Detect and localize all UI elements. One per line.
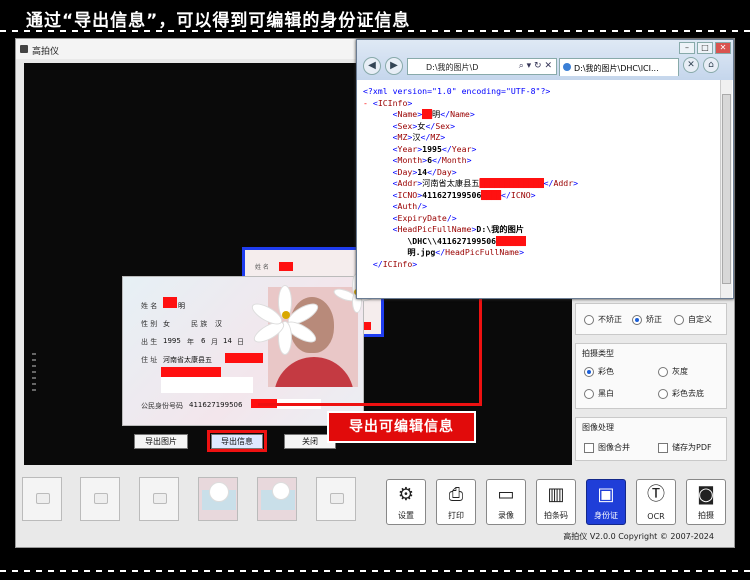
radio-bw[interactable]: 黑白: [584, 388, 614, 399]
record-button[interactable]: ▭ 录像: [486, 479, 526, 525]
id-number-value: 411627199506: [189, 401, 243, 409]
thumbnail-id-front[interactable]: [198, 477, 238, 521]
birth-day-unit: 日: [237, 338, 244, 346]
birth-month-unit: 月: [211, 338, 218, 346]
barcode-button[interactable]: ▥ 拍条码: [536, 479, 576, 525]
thumbnail-empty[interactable]: [316, 477, 356, 521]
image-processing-title: 图像处理: [582, 423, 614, 432]
radio-correction[interactable]: 矫正: [632, 314, 662, 325]
label-name: 姓 名: [141, 302, 158, 310]
name-value: 明: [178, 302, 185, 310]
gear-icon: ⚙: [397, 484, 415, 505]
close-icon[interactable]: ✕: [715, 42, 731, 54]
camera-icon: ◙: [697, 484, 715, 505]
radio-color[interactable]: 彩色: [584, 366, 614, 377]
maximize-icon[interactable]: □: [697, 42, 713, 54]
xml-root-close: ICInfo: [382, 258, 413, 269]
address-bar[interactable]: D:\我的图片\D ⌕ ▾ ↻ ✕: [407, 58, 557, 75]
new-tab-icon[interactable]: ✕: [683, 57, 699, 73]
settings-button[interactable]: ⚙ 设置: [386, 479, 426, 525]
scrollbar-thumb[interactable]: [722, 94, 731, 284]
app-title: 高拍仪: [32, 47, 60, 57]
lily-decoration: [248, 285, 322, 355]
divider-bottom: [0, 570, 750, 572]
callout-label: 导出可编辑信息: [327, 411, 476, 443]
checkbox-save-pdf[interactable]: 储存为PDF: [658, 442, 712, 453]
minimize-icon[interactable]: –: [679, 42, 695, 54]
capture-button[interactable]: ◙ 拍摄: [686, 479, 726, 525]
birth-day: 14: [223, 337, 232, 345]
ocr-button[interactable]: Ⓣ OCR: [636, 479, 676, 525]
banner-caption: 通过“导出信息”，可以得到可编辑的身份证信息: [26, 11, 411, 31]
label-birth: 出 生: [141, 338, 158, 346]
export-info-button[interactable]: 导出信息: [211, 434, 263, 449]
print-button[interactable]: ⎙ 打印: [436, 479, 476, 525]
xml-content: <?xml version="1.0" encoding="UTF-8"?> -…: [363, 86, 579, 269]
label-id-number: 公民身份号码: [141, 402, 183, 410]
back-label-name: 姓 名: [255, 264, 269, 271]
footer-copyright: 高拍仪 V2.0.0 Copyright © 2007-2024: [563, 532, 714, 541]
barcode-icon: ▥: [547, 484, 565, 505]
callout-connector-vertical: [479, 297, 482, 406]
xml-root-open: ICInfo: [377, 97, 408, 108]
browser-chrome: – □ ✕ ◀ ▶ D:\我的图片\D ⌕ ▾ ↻ ✕ D:\我的图片\DHC\…: [357, 40, 733, 80]
birth-year: 1995: [163, 337, 181, 345]
back-icon[interactable]: ◀: [363, 57, 381, 75]
label-nation: 民 族: [191, 320, 208, 328]
capture-type-group: 拍摄类型 彩色 灰度 黑白 彩色去底: [575, 343, 727, 409]
home-icon[interactable]: ⌂: [703, 57, 719, 73]
nation-value: 汉: [215, 320, 222, 328]
birth-year-unit: 年: [187, 338, 194, 346]
browser-window: – □ ✕ ◀ ▶ D:\我的图片\D ⌕ ▾ ↻ ✕ D:\我的图片\DHC\…: [356, 39, 734, 299]
redaction: [163, 297, 177, 308]
video-icon: ▭: [497, 484, 515, 505]
radio-gray[interactable]: 灰度: [658, 366, 688, 377]
ocr-icon: Ⓣ: [647, 484, 665, 505]
thumbnail-empty[interactable]: [80, 477, 120, 521]
radio-color-no-bg[interactable]: 彩色去底: [658, 388, 704, 399]
thumbnail-empty[interactable]: [139, 477, 179, 521]
checkbox-merge[interactable]: 图像合并: [584, 442, 630, 453]
id-card-button[interactable]: ▣ 身份证: [586, 479, 626, 525]
thumbnail-strip: [22, 477, 372, 527]
address-value: 河南省太康县五: [163, 356, 212, 364]
app-icon: [20, 45, 28, 53]
birth-month: 6: [201, 337, 206, 345]
browser-scrollbar[interactable]: [720, 80, 732, 298]
thumbnail-id-back[interactable]: [257, 477, 297, 521]
resize-handle[interactable]: [32, 353, 36, 393]
divider-top: [0, 30, 750, 32]
label-address: 住 址: [141, 356, 158, 364]
sex-value: 女: [163, 320, 170, 328]
ie-icon: [563, 63, 571, 71]
label-sex: 性 别: [141, 320, 158, 328]
thumbnail-empty[interactable]: [22, 477, 62, 521]
export-image-button[interactable]: 导出图片: [134, 434, 188, 449]
search-icon[interactable]: ⌕ ▾ ↻ ✕: [519, 61, 552, 71]
tab-xml[interactable]: D:\我的图片\DHC\ICI...: [559, 58, 679, 76]
callout-connector: [258, 403, 482, 406]
id-card-icon: ▣: [597, 484, 615, 505]
image-processing-group: 图像处理 图像合并 储存为PDF: [575, 417, 727, 461]
printer-icon: ⎙: [448, 484, 464, 505]
capture-type-title: 拍摄类型: [582, 349, 614, 358]
xml-declaration: <?xml version="1.0" encoding="UTF-8"?>: [363, 86, 551, 96]
correction-group: 不矫正 矫正 自定义: [575, 303, 727, 335]
radio-no-correction[interactable]: 不矫正: [584, 314, 622, 325]
radio-custom[interactable]: 自定义: [674, 314, 712, 325]
forward-icon[interactable]: ▶: [385, 57, 403, 75]
